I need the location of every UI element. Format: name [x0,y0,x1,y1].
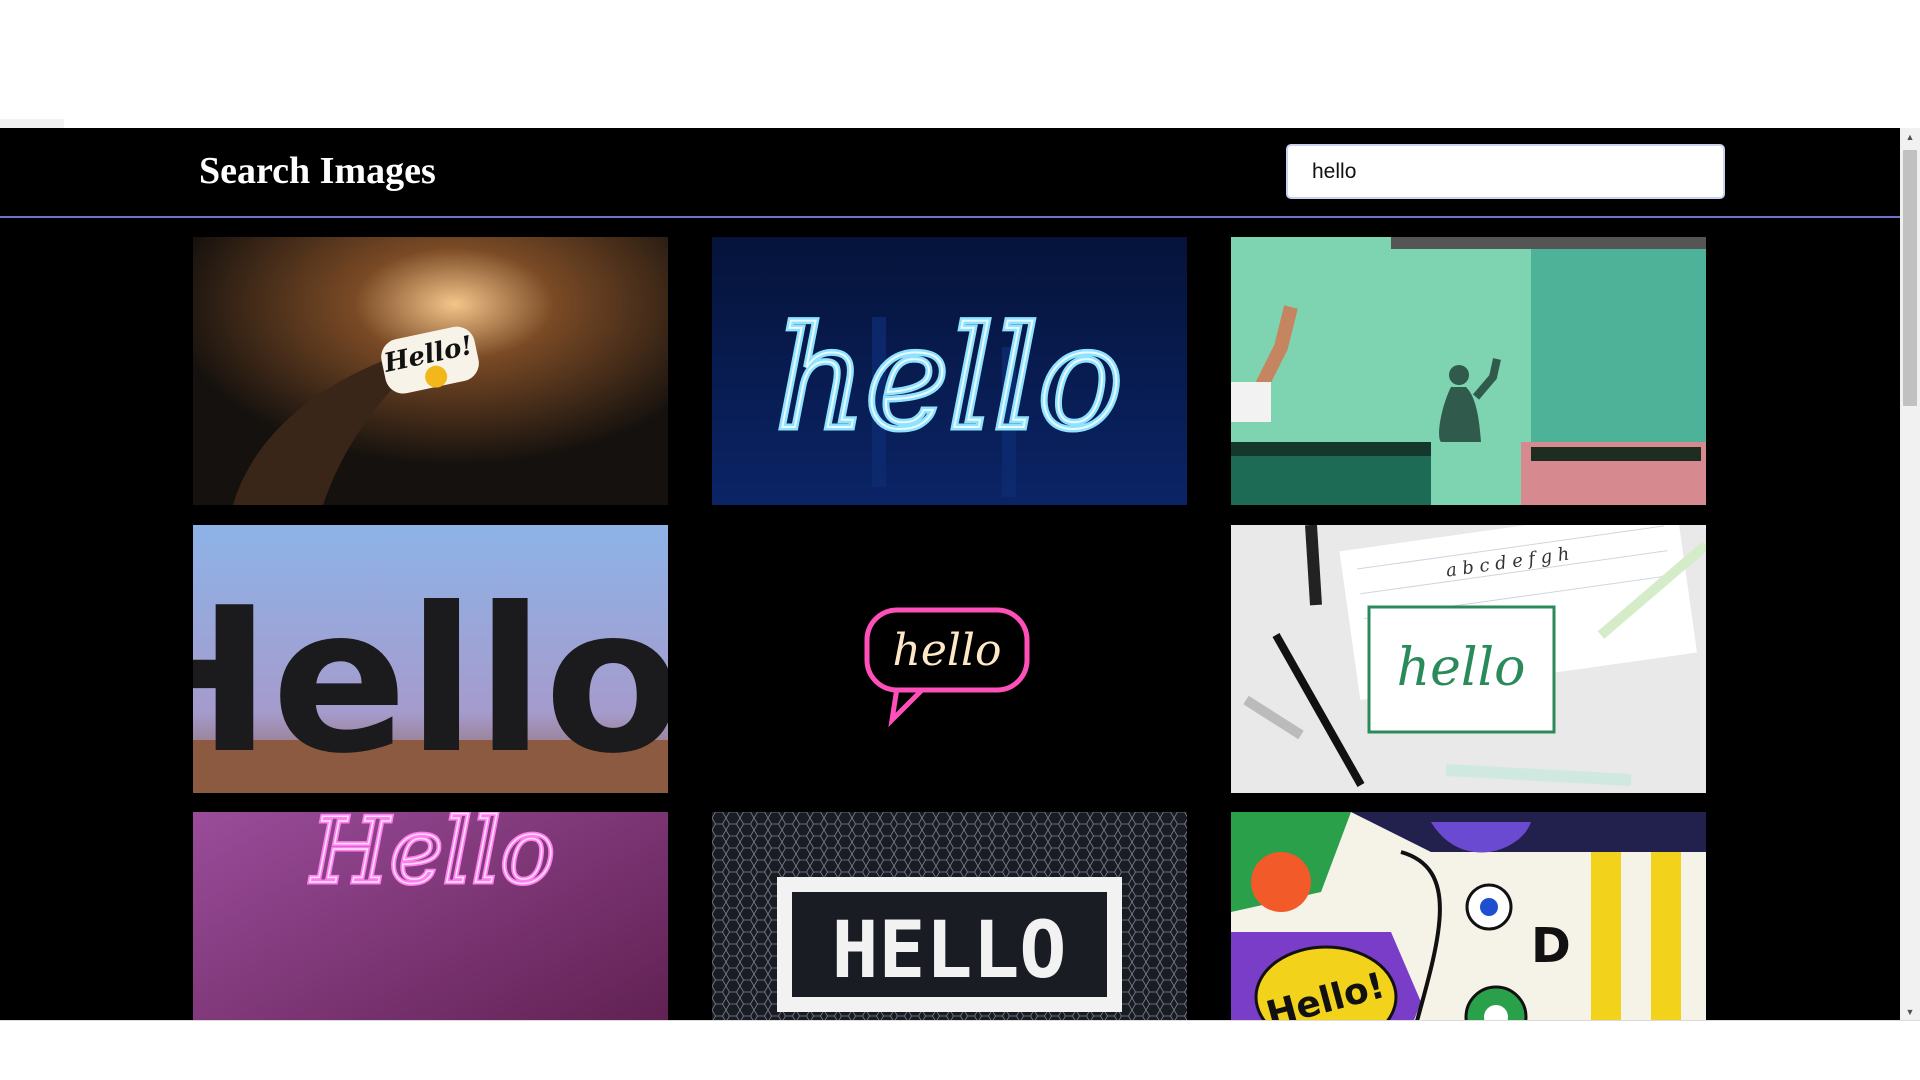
app-container: Search Images Hello! [0,128,1900,1020]
image-result[interactable]: Hello! D [1231,812,1706,1020]
search-input[interactable] [1286,144,1725,199]
image-result[interactable]: HELLO [712,812,1187,1020]
tiles-text: HELLO [832,906,1067,996]
image-hand-lettering: a b c d e f g h hello [1231,525,1706,793]
image-pink-neon-hello: Hello Hello [193,812,668,1020]
page-title: Search Images [199,150,436,192]
top-strip [0,119,64,128]
bottom-blank-area [0,1020,1920,1080]
image-hello-tiles: HELLO [712,812,1187,1020]
arrow-up-icon[interactable]: ▲ [1900,128,1920,145]
image-result[interactable]: hello [712,525,1187,793]
image-hello-sticker: Hello! [193,237,668,505]
lettering-text: hello [1397,638,1526,698]
image-result[interactable]: Hello Hello [193,812,668,1020]
neon-text-core: hello [776,298,1123,461]
scrollbar-thumb[interactable] [1903,150,1917,406]
top-blank-area [0,0,1920,128]
image-blue-neon-hello: hello hello [712,237,1187,505]
bubble-text: hello [892,625,1001,676]
arrow-down-icon[interactable]: ▼ [1900,1003,1920,1020]
image-result[interactable]: a b c d e f g h hello [1231,525,1706,793]
neon-hello-core: Hello [309,812,555,904]
image-result[interactable]: hello hello [712,237,1187,505]
image-result[interactable]: Hello [193,525,668,793]
image-hello-letters: Hello [193,525,668,793]
letters-text: Hello [193,565,668,793]
header: Search Images [0,128,1900,218]
svg-text:D: D [1531,918,1571,974]
vertical-scrollbar[interactable]: ▲ ▼ [1900,128,1920,1020]
image-pink-neon-bubble: hello [712,525,1187,793]
image-result[interactable]: Hello! [193,237,668,505]
image-graffiti-hello: Hello! D [1231,812,1706,1020]
image-result[interactable] [1231,237,1706,505]
image-waving-shadow [1231,237,1706,505]
